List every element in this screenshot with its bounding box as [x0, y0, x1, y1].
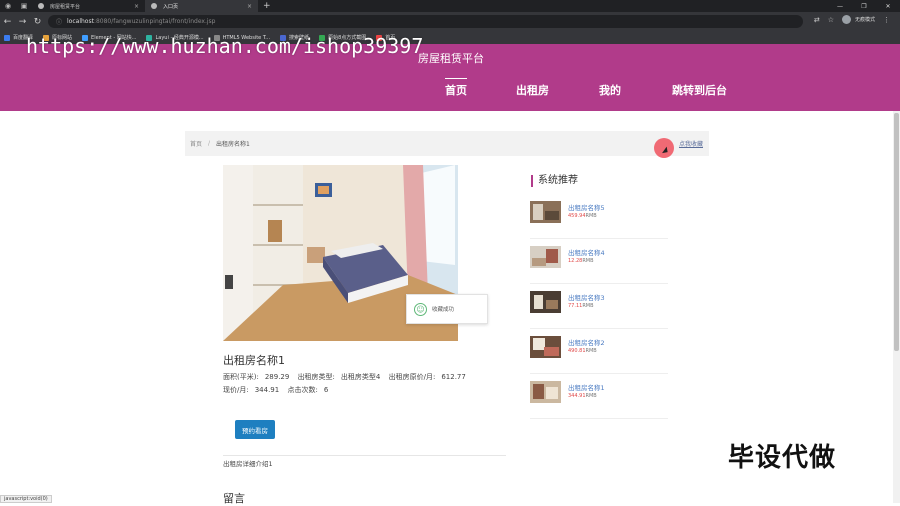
nav-home[interactable]: 首页 — [445, 78, 467, 98]
breadcrumb: 首页 / 出租房名称1 点我收藏 — [185, 131, 709, 156]
scrollbar-thumb[interactable] — [894, 113, 899, 351]
toast-notification: ☺ 收藏成功 — [406, 294, 488, 324]
recommend-name[interactable]: 出租房名称2 — [568, 337, 605, 347]
price-value: 344.91 — [254, 386, 280, 394]
toast-text: 收藏成功 — [432, 307, 455, 313]
url-host: localhost — [67, 18, 94, 25]
browser-toolbar: ← → ↻ ⓘ localhost:8080/fangwuzulinpingta… — [0, 12, 900, 31]
recommend-item[interactable]: 出租房名称2 490.81RMB — [530, 329, 668, 374]
recommend-thumbnail[interactable] — [530, 381, 561, 403]
browser-menu-icon[interactable]: ◉ — [0, 0, 16, 12]
clicks-label: 点击次数: — [287, 386, 318, 394]
orig-price-label: 出租房原价/月: — [388, 373, 436, 381]
recommend-name[interactable]: 出租房名称3 — [568, 292, 605, 302]
more-menu-icon[interactable]: ⋮ — [883, 16, 890, 24]
breadcrumb-current: 出租房名称1 — [216, 141, 250, 148]
thumb-drawing — [530, 246, 561, 268]
recommend-thumbnail[interactable] — [530, 336, 561, 358]
orig-price-value: 612.77 — [441, 373, 466, 381]
bookmark-star-icon[interactable]: ☆ — [828, 16, 834, 24]
recommend-price: 344.91RMB — [568, 393, 597, 399]
house-title: 出租房名称1 — [223, 354, 285, 367]
back-icon[interactable]: ← — [0, 17, 15, 27]
favorite-button[interactable]: 点我收藏 — [679, 139, 703, 148]
close-window-icon[interactable]: ✕ — [876, 0, 900, 12]
browser-status-bar: javascript:void(0) — [0, 495, 52, 503]
browser-tab-bar: ◉ ▣ 房屋租赁平台 × 入口页 × + — ❐ ✕ — [0, 0, 900, 12]
overlay-watermark: https://www.huzhan.com/ishop39397 — [26, 34, 424, 58]
house-meta-row-2: 现价/月: 344.91 点击次数: 6 — [223, 385, 334, 395]
breadcrumb-separator: / — [208, 140, 211, 147]
forward-icon[interactable]: → — [15, 17, 30, 27]
new-tab-button[interactable]: + — [263, 1, 271, 11]
nav-rentals[interactable]: 出租房 — [516, 82, 549, 98]
site-title: 房屋租赁平台 — [418, 52, 484, 65]
recommend-item[interactable]: 出租房名称4 12.28RMB — [530, 239, 668, 284]
nav-mine[interactable]: 我的 — [599, 82, 621, 98]
smile-icon: ☺ — [414, 302, 427, 316]
area-value: 289.29 — [264, 373, 290, 381]
recommend-thumbnail[interactable] — [530, 291, 561, 313]
type-value: 出租房类型4 — [340, 373, 381, 381]
maximize-icon[interactable]: ❐ — [852, 0, 876, 12]
toolbar-actions: ⇄ ☆ 无痕模式 ⋮ — [814, 15, 890, 24]
recommend-price: 12.28RMB — [568, 258, 594, 264]
globe-icon — [38, 3, 44, 9]
app-tab-icon[interactable]: ▣ — [16, 0, 32, 12]
recommend-name[interactable]: 出租房名称5 — [568, 202, 605, 212]
bookmark-icon — [4, 34, 10, 41]
thumb-drawing — [530, 381, 561, 403]
thumb-drawing — [530, 336, 561, 358]
thumb-drawing — [530, 291, 561, 313]
house-detail: 出租房详细介绍1 — [223, 460, 273, 468]
reload-icon[interactable]: ↻ — [30, 17, 45, 27]
recommend-title: 系统推荐 — [531, 175, 578, 187]
recommend-price: 490.81RMB — [568, 348, 597, 354]
recommend-price: 459.94RMB — [568, 213, 597, 219]
recommend-thumbnail[interactable] — [530, 246, 561, 268]
area-label: 面积(平米): — [223, 373, 259, 381]
divider — [223, 455, 506, 456]
type-label: 出租房类型: — [297, 373, 335, 381]
globe-icon — [151, 3, 157, 9]
address-bar[interactable]: ⓘ localhost:8080/fangwuzulinpingtai/fron… — [48, 15, 803, 28]
close-tab-icon[interactable]: × — [134, 3, 139, 10]
recommend-item[interactable]: 出租房名称3 77.11RMB — [530, 284, 668, 329]
info-icon[interactable]: ⓘ — [56, 17, 62, 26]
recommend-item[interactable]: 出租房名称5 459.94RMB — [530, 194, 668, 239]
thumb-drawing — [530, 201, 561, 223]
nav-admin[interactable]: 跳转到后台 — [672, 82, 727, 98]
recommend-thumbnail[interactable] — [530, 201, 561, 223]
recommend-name[interactable]: 出租房名称1 — [568, 382, 605, 392]
close-tab-icon[interactable]: × — [247, 3, 252, 10]
recommend-name[interactable]: 出租房名称4 — [568, 247, 605, 257]
tab-label: 房屋租赁平台 — [50, 3, 81, 10]
page-scrollbar[interactable] — [893, 111, 900, 503]
profile-button[interactable]: 无痕模式 — [841, 15, 875, 24]
price-label: 现价/月: — [223, 386, 249, 394]
promo-overlay-text: 毕设代做 — [728, 443, 837, 473]
book-viewing-button[interactable]: 预约看房 — [235, 420, 275, 439]
browser-tab-2[interactable]: 入口页 × — [145, 0, 258, 12]
house-meta-row-1: 面积(平米): 289.29 出租房类型: 出租房类型4 出租房原价/月: 612.7… — [223, 372, 472, 382]
breadcrumb-home[interactable]: 首页 — [190, 139, 202, 148]
profile-label: 无痕模式 — [854, 17, 875, 23]
recommend-item[interactable]: 出租房名称1 344.91RMB — [530, 374, 668, 419]
recommend-price: 77.11RMB — [568, 303, 594, 309]
translate-icon[interactable]: ⇄ — [814, 16, 820, 24]
window-controls: — ❐ ✕ — [828, 0, 900, 12]
browser-tab-1[interactable]: 房屋租赁平台 × — [32, 0, 145, 12]
url-path: :8080/fangwuzulinpingtai/front/index.jsp — [93, 18, 216, 25]
message-section-title: 留言 — [223, 492, 245, 505]
avatar — [841, 15, 851, 24]
minimize-icon[interactable]: — — [828, 0, 852, 12]
clicks-value: 6 — [323, 386, 329, 394]
tab-label: 入口页 — [163, 3, 179, 10]
